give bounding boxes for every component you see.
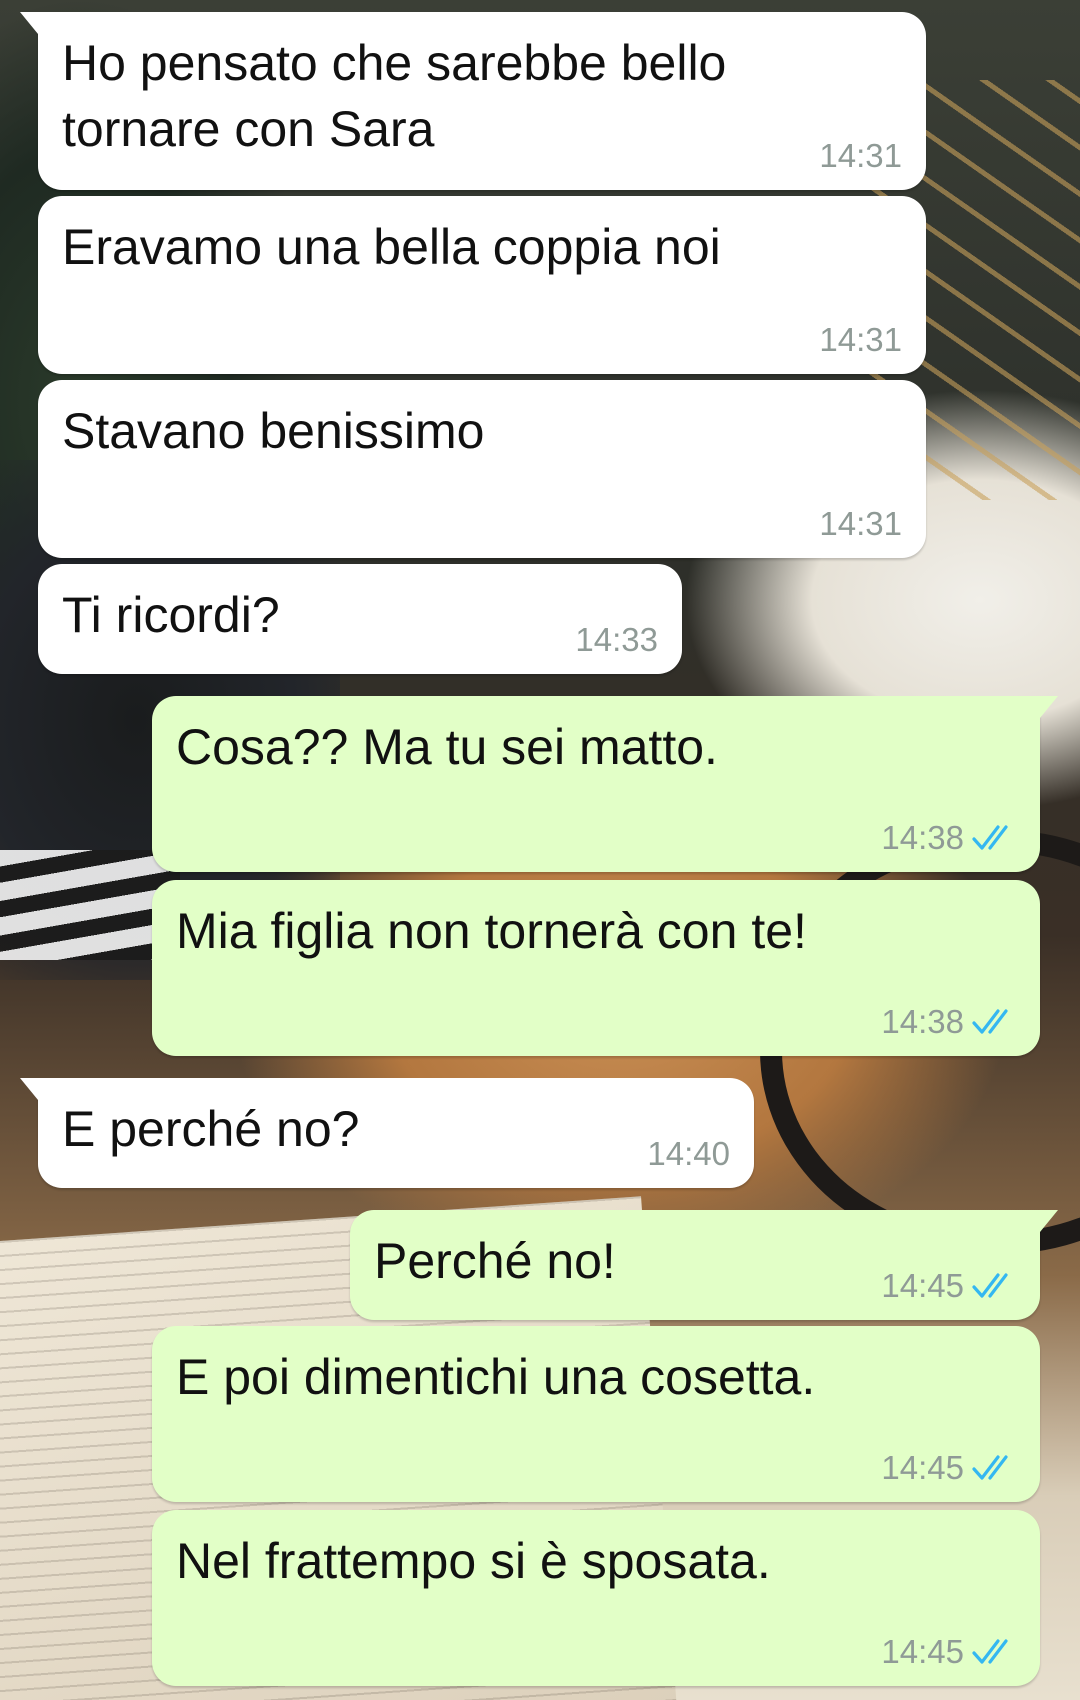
message-time: 14:33: [575, 621, 658, 658]
message-time: 14:45: [881, 1449, 964, 1486]
message-text: Nel frattempo si è sposata.: [176, 1533, 771, 1589]
message-time: 14:31: [819, 505, 902, 542]
message-text: Mia figlia non tornerà con te!: [176, 903, 807, 959]
message-meta: 14:38: [881, 818, 1016, 858]
message-time: 14:31: [819, 137, 902, 174]
read-receipt-icon: [972, 1639, 1008, 1664]
message-meta: 14:45: [881, 1632, 1016, 1672]
message-text: Cosa?? Ma tu sei matto.: [176, 719, 718, 775]
outgoing-message[interactable]: Nel frattempo si è sposata. 14:45: [152, 1510, 1040, 1686]
incoming-message[interactable]: Ti ricordi? 14:33: [38, 564, 682, 674]
message-time: 14:45: [881, 1267, 964, 1304]
read-receipt-icon: [972, 1455, 1008, 1480]
message-text: E perché no?: [62, 1101, 360, 1157]
message-text: Stavano benissimo: [62, 403, 485, 459]
message-text: E poi dimentichi una cosetta.: [176, 1349, 816, 1405]
message-text: Eravamo una bella coppia noi: [62, 219, 721, 275]
message-meta: 14:40: [647, 1134, 730, 1174]
message-meta: 14:31: [819, 136, 902, 176]
message-meta: 14:38: [881, 1002, 1016, 1042]
read-receipt-icon: [972, 1273, 1008, 1298]
incoming-message[interactable]: Eravamo una bella coppia noi 14:31: [38, 196, 926, 374]
message-meta: 14:45: [881, 1266, 1016, 1306]
message-list[interactable]: Ho pensato che sarebbe bello tornare con…: [0, 0, 1080, 1700]
message-time: 14:38: [881, 819, 964, 856]
message-meta: 14:33: [575, 620, 658, 660]
message-text: Ho pensato che sarebbe bello tornare con…: [62, 35, 727, 157]
incoming-message[interactable]: Ho pensato che sarebbe bello tornare con…: [20, 12, 926, 190]
outgoing-message[interactable]: E poi dimentichi una cosetta. 14:45: [152, 1326, 1040, 1502]
outgoing-message[interactable]: Mia figlia non tornerà con te! 14:38: [152, 880, 1040, 1056]
read-receipt-icon: [972, 1009, 1008, 1034]
message-time: 14:40: [647, 1135, 730, 1172]
message-meta: 14:31: [819, 504, 902, 544]
message-time: 14:31: [819, 321, 902, 358]
message-meta: 14:45: [881, 1448, 1016, 1488]
incoming-message[interactable]: Stavano benissimo 14:31: [38, 380, 926, 558]
incoming-message[interactable]: E perché no? 14:40: [20, 1078, 754, 1188]
read-receipt-icon: [972, 825, 1008, 850]
message-meta: 14:31: [819, 320, 902, 360]
outgoing-message[interactable]: Cosa?? Ma tu sei matto. 14:38: [152, 696, 1058, 872]
outgoing-message[interactable]: Perché no! 14:45: [350, 1210, 1058, 1320]
message-text: Ti ricordi?: [62, 587, 280, 643]
message-time: 14:45: [881, 1633, 964, 1670]
message-time: 14:38: [881, 1003, 964, 1040]
